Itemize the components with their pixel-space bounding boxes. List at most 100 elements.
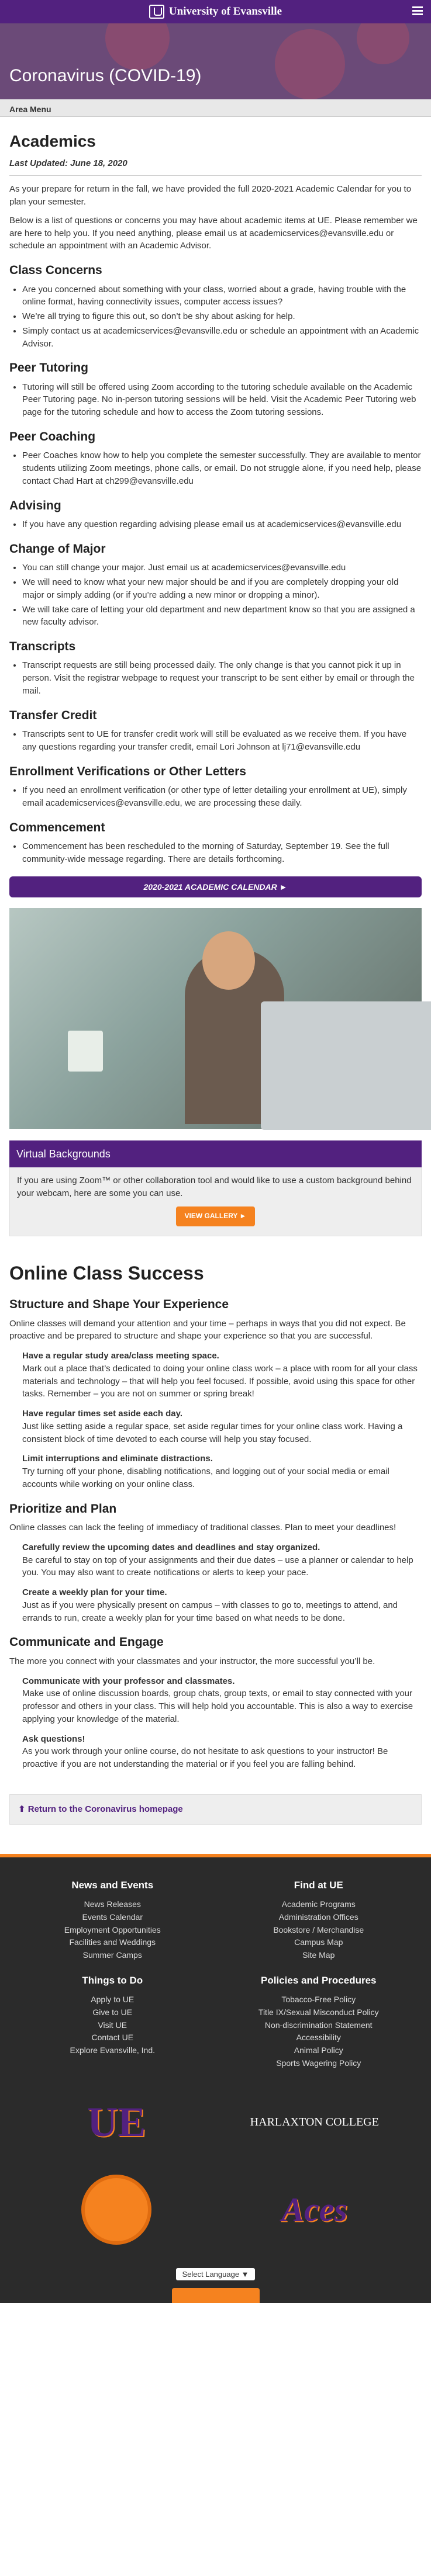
tip-item: Communicate with your professor and clas… [22,1675,422,1726]
aces-logo[interactable]: Aces [281,2185,347,2234]
footer-things-col: Things to Do Apply to UE Give to UE Visit U… [9,1974,216,2070]
site-logo[interactable]: University of Evansville [149,4,282,20]
section-title: Advising [9,498,61,512]
language-select[interactable]: Select Language ▼ [176,2268,255,2281]
section-list: Commencement has been rescheduled to the… [22,840,422,866]
tip-title: Have regular times set aside each day. [22,1409,183,1419]
list-item: Are you concerned about something with y… [22,283,422,309]
tip-text: As you work through your online course, … [22,1746,388,1770]
footer-find-col: Find at UE Academic Programs Administratio… [216,1878,422,1962]
communicate-tips: Communicate with your professor and clas… [9,1675,422,1771]
tip-text: Try turning off your phone, disabling no… [22,1466,389,1489]
site-title: University of Evansville [168,5,282,18]
list-item: Tutoring will still be offered using Zoo… [22,381,422,419]
laptop-shape [261,1001,431,1130]
tip-title: Limit interruptions and eliminate distra… [22,1454,213,1464]
university-seal-icon [81,2175,152,2245]
faq-section: Peer Tutoring Tutoring will still be offe… [9,359,422,419]
tip-item: Create a weekly plan for your time. Just … [22,1586,422,1624]
main-content: Academics Last Updated: June 18, 2020 As… [0,130,431,1825]
footer-link[interactable]: Administration Offices [216,1911,422,1924]
footer-find-title: Find at UE [294,1879,343,1891]
ue-logo[interactable]: UE [87,2092,146,2152]
tip-item: Have regular times set aside each day. Ju… [22,1407,422,1445]
prioritize-title: Prioritize and Plan [9,1502,117,1516]
footer-link[interactable]: Campus Map [216,1936,422,1949]
footer-link[interactable]: Sports Wagering Policy [216,2057,422,2070]
section-list: Transcripts sent to UE for transfer cred… [22,728,422,754]
tip-item: Ask questions! As you work through your o… [22,1733,422,1771]
footer-link[interactable]: News Releases [9,1898,216,1911]
list-item: Commencement has been rescheduled to the… [22,840,422,866]
prioritize-tips: Carefully review the upcoming dates and … [9,1541,422,1625]
list-item: Peer Coaches know how to help you comple… [22,449,422,487]
footer-link[interactable]: Apply to UE [9,1993,216,2006]
harlaxton-logo[interactable]: HARLAXTON COLLEGE [250,2114,379,2131]
tip-text: Just as if you were physically present o… [22,1600,398,1623]
section-list: If you need an enrollment verification (… [22,784,422,810]
top-bar: University of Evansville [0,0,431,23]
footer-link[interactable]: Non-discrimination Statement [216,2019,422,2032]
faq-section: Transcripts Transcript requests are still… [9,638,422,698]
footer-link[interactable]: Bookstore / Merchandise [216,1924,422,1937]
hero-title: Coronavirus (COVID-19) [9,66,202,85]
footer-link[interactable]: Site Map [216,1949,422,1962]
academic-calendar-button[interactable]: 2020-2021 ACADEMIC CALENDAR ► [9,876,422,897]
section-title: Peer Coaching [9,429,96,443]
list-item: We will need to know what your new major… [22,576,422,602]
list-item: If you have any question regarding advis… [22,518,422,531]
faq-section: Advising If you have any question regardi… [9,497,422,531]
list-item: We will take care of letting your old de… [22,604,422,629]
footer-things-title: Things to Do [82,1974,143,1986]
footer-link[interactable]: Summer Camps [9,1949,216,1962]
structure-intro: Online classes will demand your attentio… [9,1318,406,1341]
tip-title: Communicate with your professor and clas… [22,1676,235,1686]
faq-section: Commencement Commencement has been resche… [9,819,422,866]
footer-link[interactable]: Employment Opportunities [9,1924,216,1937]
list-item: Transcript requests are still being proc… [22,659,422,697]
return-link[interactable]: ⬆ Return to the Coronavirus homepage [9,1794,422,1825]
section-title: Class Concerns [9,264,102,278]
communicate-intro: The more you connect with your classmate… [9,1656,375,1666]
tip-text: Make use of online discussion boards, gr… [22,1689,413,1724]
hamburger-menu-icon[interactable] [412,6,423,17]
tip-text: Mark out a place that’s dedicated to doi… [22,1363,418,1399]
section-title: Commencement [9,820,105,834]
footer-link[interactable]: Academic Programs [216,1898,422,1911]
footer-link[interactable]: Contact UE [9,2031,216,2044]
faq-section: Transfer Credit Transcripts sent to UE fo… [9,707,422,754]
tip-title: Create a weekly plan for your time. [22,1587,167,1598]
footer-link[interactable]: Title IX/Sexual Misconduct Policy [216,2006,422,2019]
footer-link[interactable]: Give to UE [9,2006,216,2019]
footer-orange-tab[interactable] [171,2288,260,2304]
footer-policies-col: Policies and Procedures Tobacco-Free Poli… [216,1974,422,2070]
head-shape [202,931,255,990]
virtual-backgrounds-box: If you are using Zoom™ or other collabor… [9,1167,422,1236]
area-menu-toggle[interactable]: Area Menu [0,99,431,117]
tip-text: Just like setting aside a regular space,… [22,1421,403,1444]
cup-shape [68,1030,103,1072]
tip-item: Carefully review the upcoming dates and … [22,1541,422,1579]
footer-link[interactable]: Explore Evansville, Ind. [9,2044,216,2057]
footer-link[interactable]: Accessibility [216,2031,422,2044]
return-link-label: Return to the Coronavirus homepage [27,1804,183,1814]
footer-news-title: News and Events [71,1879,154,1891]
tip-text: Be careful to stay on top of your assign… [22,1555,413,1578]
list-item: Simply contact us at academicservices@ev… [22,325,422,351]
footer-link[interactable]: Tobacco-Free Policy [216,1993,422,2006]
list-item: If you need an enrollment verification (… [22,784,422,810]
view-gallery-button[interactable]: VIEW GALLERY ► [176,1206,255,1226]
footer-news-col: News and Events News Releases Events Calen… [9,1878,216,1962]
tip-title: Ask questions! [22,1733,85,1744]
structure-tips: Have a regular study area/class meeting … [9,1350,422,1491]
intro-text-2: Below is a list of questions or concerns… [9,215,418,251]
footer-link[interactable]: Events Calendar [9,1911,216,1924]
footer-link[interactable]: Animal Policy [216,2044,422,2057]
footer-link[interactable]: Facilities and Weddings [9,1936,216,1949]
faq-section: Class Concerns Are you concerned about so… [9,262,422,350]
section-list: You can still change your major. Just em… [22,561,422,629]
footer-link[interactable]: Visit UE [9,2019,216,2032]
faq-section: Change of Major You can still change your… [9,540,422,629]
hero-banner: Coronavirus (COVID-19) [0,23,431,99]
list-item: You can still change your major. Just em… [22,561,422,574]
